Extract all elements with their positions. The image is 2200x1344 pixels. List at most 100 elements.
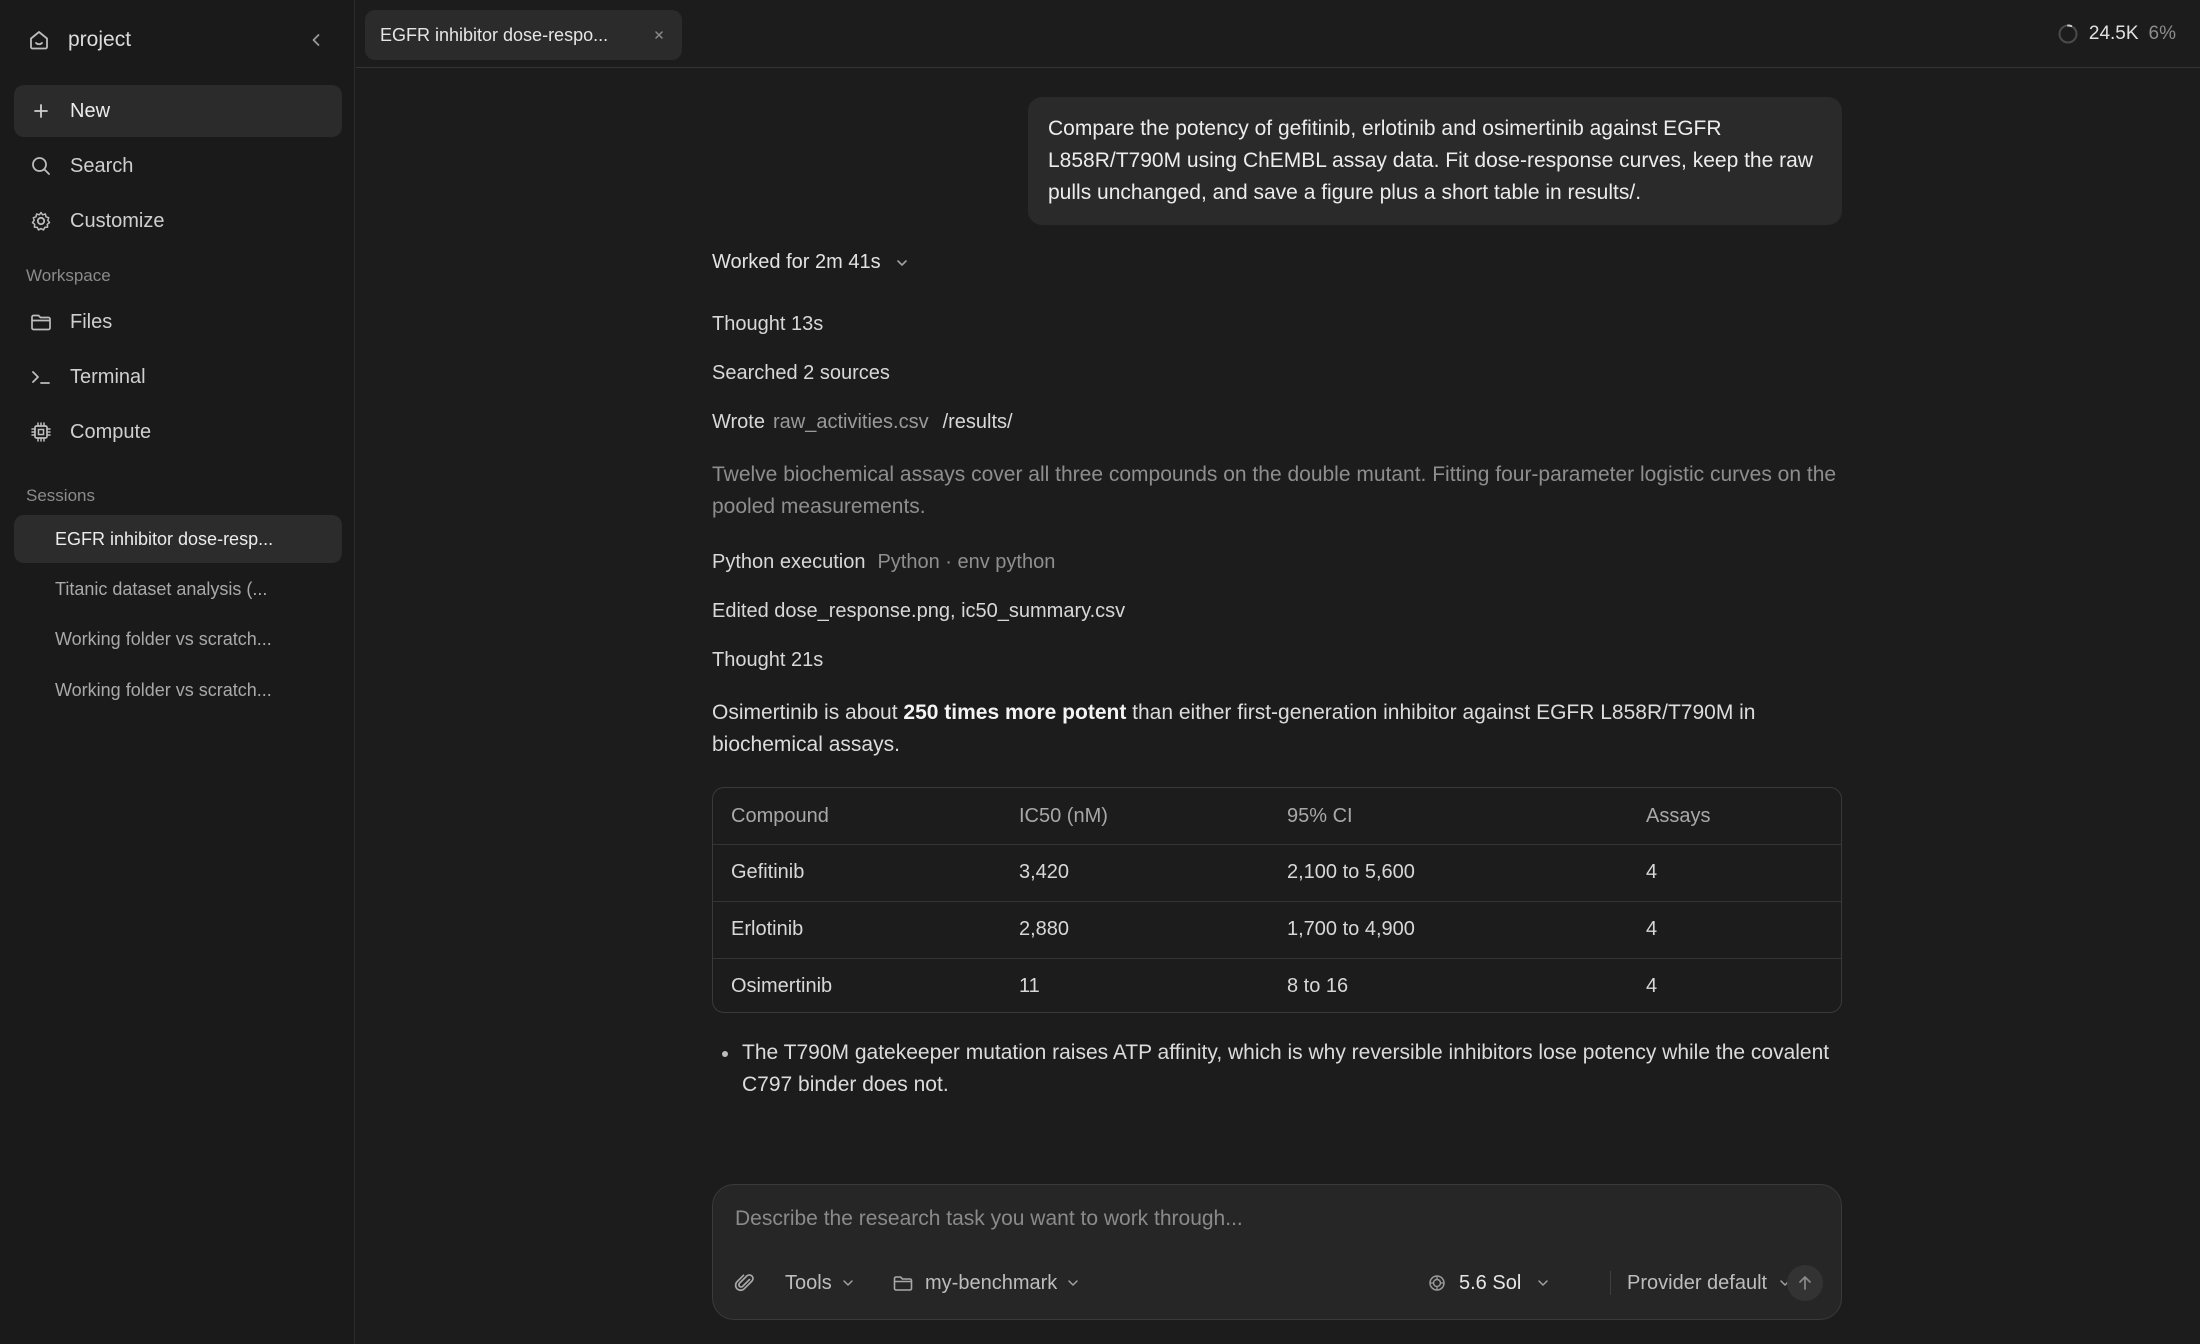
wrote-path: /results/: [942, 411, 1013, 433]
folder-icon: [891, 1271, 915, 1295]
composer-divider: [1610, 1271, 1611, 1295]
session-item-working-folder-2[interactable]: Working folder vs scratch...: [14, 666, 342, 714]
edited-step[interactable]: Edited dose_response.png, ic50_summary.c…: [712, 600, 1125, 623]
gear-icon: [28, 208, 54, 234]
cell-compound: Erlotinib: [731, 918, 804, 940]
table-row: Osimertinib 11 8 to 16 4: [713, 958, 1841, 1012]
cell-ci: 2,100 to 5,600: [1287, 861, 1415, 883]
search-icon: [28, 153, 54, 179]
cell-ic50: 11: [1019, 975, 1040, 997]
folder-label: my-benchmark: [925, 1271, 1058, 1294]
thought-step-1[interactable]: Thought 13s: [712, 313, 823, 336]
wrote-file: raw_activities.csv: [772, 411, 929, 433]
python-label: Python execution: [712, 551, 866, 573]
python-env: Python · env python: [877, 551, 1056, 573]
project-home-icon: [26, 27, 52, 53]
terminal-label: Terminal: [70, 365, 146, 388]
findings-list: The T790M gatekeeper mutation raises ATP…: [712, 1037, 1842, 1131]
wrote-label: Wrote: [712, 411, 765, 433]
project-name: project: [68, 28, 132, 51]
sidebar-item-search[interactable]: Search: [14, 140, 342, 192]
workspace-heading: Workspace: [26, 266, 111, 285]
new-label: New: [70, 99, 111, 122]
searched-step[interactable]: Searched 2 sources: [712, 362, 890, 385]
plus-icon: [28, 98, 54, 124]
cell-assays: 4: [1646, 918, 1658, 940]
summary-text: Osimertinib is about 250 times more pote…: [712, 697, 1842, 761]
ic50-table: Compound IC50 (nM) 95% CI Assays Gefitin…: [712, 787, 1842, 1013]
header-ci: 95% CI: [1287, 804, 1353, 827]
cell-ci: 8 to 16: [1287, 975, 1349, 997]
header-compound: Compound: [731, 804, 829, 827]
files-label: Files: [70, 310, 113, 333]
token-usage: 24.5K 6%: [2057, 0, 2176, 68]
composer: Tools my-benchmark 5.6 Sol P: [712, 1184, 1842, 1320]
tools-dropdown[interactable]: Tools: [785, 1265, 856, 1301]
summary-pre: Osimertinib is about: [712, 701, 904, 724]
compute-label: Compute: [70, 420, 152, 443]
wrote-step[interactable]: Wrote raw_activities.csv/results/: [712, 411, 1013, 434]
attach-button[interactable]: [733, 1265, 767, 1301]
collapse-sidebar-icon[interactable]: [303, 27, 329, 53]
python-execution-step[interactable]: Python execution Python · env python: [712, 551, 1055, 574]
scroll-fade: [712, 1095, 1842, 1131]
sidebar-item-terminal[interactable]: Terminal: [14, 351, 342, 403]
send-button[interactable]: [1787, 1265, 1823, 1301]
cell-assays: 4: [1646, 975, 1658, 997]
cell-ic50: 2,880: [1019, 918, 1070, 940]
summary-highlight: 250 times more potent: [903, 701, 1127, 724]
project-header[interactable]: project: [0, 0, 355, 80]
cell-ic50: 3,420: [1019, 861, 1070, 883]
session-item-titanic[interactable]: Titanic dataset analysis (...: [14, 565, 342, 613]
terminal-icon: [28, 364, 54, 390]
search-label: Search: [70, 154, 134, 177]
table-row: Erlotinib 2,880 1,700 to 4,900 4: [713, 901, 1841, 957]
session-item-egfr[interactable]: EGFR inhibitor dose-resp...: [14, 515, 342, 563]
customize-label: Customize: [70, 209, 165, 232]
task-input[interactable]: [735, 1203, 1815, 1235]
model-label: 5.6 Sol: [1459, 1271, 1522, 1294]
folder-icon: [28, 309, 54, 335]
cell-compound: Gefitinib: [731, 861, 805, 883]
tab-title: EGFR inhibitor dose-respo...: [380, 24, 609, 45]
worked-for-label: Worked for 2m 41s: [712, 251, 881, 273]
chevron-down-icon: [1065, 1275, 1081, 1291]
cell-assays: 4: [1646, 861, 1658, 883]
chat-area: Compare the potency of gefitinib, erloti…: [356, 69, 2200, 1344]
token-count: 24.5K: [2088, 23, 2139, 44]
table-row: Gefitinib 3,420 2,100 to 5,600 4: [713, 844, 1841, 900]
context-percent: 6%: [2148, 23, 2176, 44]
folder-dropdown[interactable]: my-benchmark: [891, 1265, 1081, 1301]
cell-ci: 1,700 to 4,900: [1287, 918, 1415, 940]
cpu-icon: [28, 419, 54, 445]
progress-ring-icon: [2057, 23, 2079, 45]
provider-label: Provider default: [1627, 1271, 1768, 1294]
paperclip-icon: [733, 1271, 757, 1295]
sidebar: project New Search Customize Workspace F…: [0, 0, 355, 1344]
chevron-down-icon: [893, 254, 911, 272]
sidebar-item-files[interactable]: Files: [14, 296, 342, 348]
provider-dropdown[interactable]: Provider default: [1627, 1265, 1793, 1301]
new-session-button[interactable]: New: [14, 85, 342, 137]
model-logo-icon: [1425, 1271, 1449, 1295]
chevron-down-icon: [840, 1275, 856, 1291]
tab-active-session[interactable]: EGFR inhibitor dose-respo...: [365, 10, 682, 60]
session-item-working-folder-1[interactable]: Working folder vs scratch...: [14, 615, 342, 663]
model-dropdown[interactable]: 5.6 Sol: [1425, 1265, 1551, 1301]
thought-step-2[interactable]: Thought 21s: [712, 649, 823, 672]
arrow-up-icon: [1795, 1273, 1815, 1293]
sidebar-item-compute[interactable]: Compute: [14, 406, 342, 458]
header-ic50: IC50 (nM): [1019, 804, 1108, 827]
header-assays: Assays: [1646, 804, 1711, 827]
list-item: The T790M gatekeeper mutation raises ATP…: [712, 1037, 1842, 1101]
sidebar-item-customize[interactable]: Customize: [14, 195, 342, 247]
sessions-heading: Sessions: [26, 486, 95, 505]
tools-label: Tools: [785, 1271, 832, 1294]
cell-compound: Osimertinib: [731, 975, 833, 997]
assay-note: Twelve biochemical assays cover all thre…: [712, 463, 1837, 518]
top-bar: EGFR inhibitor dose-respo... 24.5K 6%: [356, 0, 2200, 68]
chevron-down-icon: [1535, 1275, 1551, 1291]
worked-for-toggle[interactable]: Worked for 2m 41s: [712, 251, 911, 274]
close-icon[interactable]: [651, 27, 667, 43]
table-header: Compound IC50 (nM) 95% CI Assays: [713, 788, 1841, 844]
